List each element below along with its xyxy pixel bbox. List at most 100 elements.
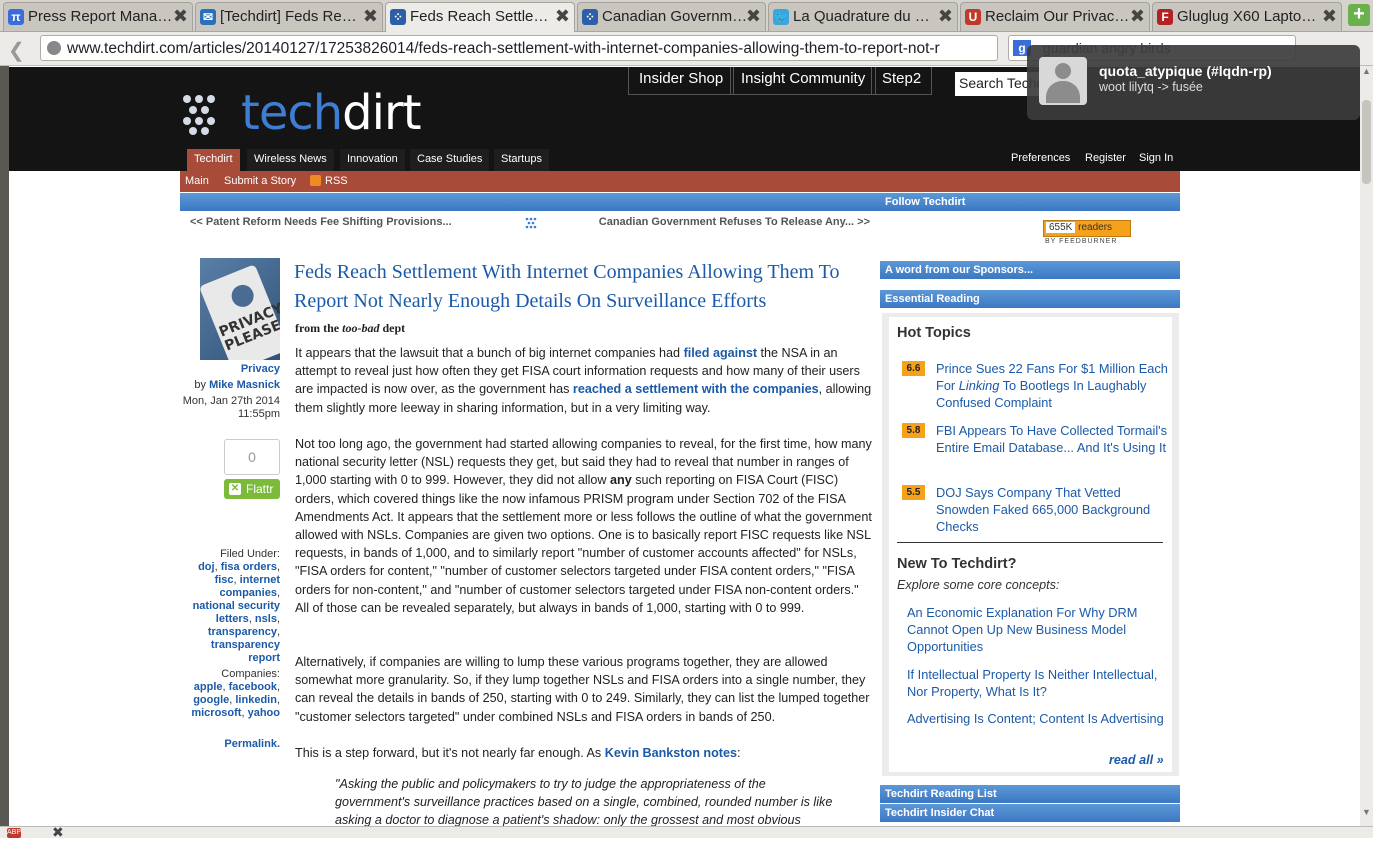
- inline-link[interactable]: Kevin Bankston notes: [605, 746, 737, 760]
- company-link[interactable]: microsoft: [191, 707, 241, 719]
- close-tab-icon[interactable]: ✖: [1130, 7, 1145, 25]
- dept-suffix: dept: [382, 321, 406, 335]
- privacy-category-image[interactable]: PRIVACY PLEASE: [200, 258, 280, 360]
- nav-tab-case-studies[interactable]: Case Studies: [410, 149, 490, 171]
- nav-tab-techdirt[interactable]: Techdirt: [187, 149, 240, 171]
- dept-prefix: from the: [295, 321, 340, 335]
- insider-shop-link[interactable]: Insider Shop: [628, 67, 735, 95]
- insight-community-link[interactable]: Insight Community: [730, 67, 877, 95]
- byline: by Mike Masnick: [194, 379, 280, 391]
- tag-link[interactable]: transparency report: [211, 639, 280, 664]
- hot-topic-text: FBI Appears To Have Collected Tormail's …: [936, 423, 1167, 455]
- reading-list-header[interactable]: Techdirt Reading List: [880, 785, 1180, 803]
- hot-topic-link[interactable]: Prince Sues 22 Fans For $1 Million Each …: [936, 360, 1168, 411]
- article-paragraph-2: Not too long ago, the government had sta…: [295, 435, 875, 617]
- hot-topic-link[interactable]: DOJ Says Company That Vetted Snowden Fak…: [936, 484, 1168, 535]
- avatar-icon: [1039, 57, 1087, 105]
- fsf-icon: F: [1157, 9, 1173, 25]
- inline-link[interactable]: filed against: [684, 346, 757, 360]
- avatar-body: [1046, 81, 1080, 103]
- browser-tab[interactable]: U Reclaim Our Privac… ✖: [960, 2, 1150, 31]
- hot-topic-link[interactable]: FBI Appears To Have Collected Tormail's …: [936, 422, 1168, 456]
- article-title[interactable]: Feds Reach Settlement With Internet Comp…: [294, 258, 880, 316]
- close-tab-icon[interactable]: ✖: [746, 7, 761, 25]
- browser-tab[interactable]: π Press Report Mana… ✖: [3, 2, 193, 31]
- launcher-strip: [0, 66, 9, 826]
- read-all-link[interactable]: read all »: [1109, 753, 1164, 767]
- author-link[interactable]: Mike Masnick: [209, 379, 280, 391]
- new-tab-button[interactable]: +: [1348, 4, 1370, 26]
- article-dept: from the too-bad dept: [295, 321, 405, 336]
- main-link[interactable]: Main: [185, 175, 209, 187]
- scroll-down-icon[interactable]: ▼: [1362, 807, 1371, 817]
- inline-link[interactable]: reached a settlement with the companies: [573, 382, 819, 396]
- scroll-up-icon[interactable]: ▲: [1362, 66, 1371, 76]
- close-tab-icon[interactable]: ✖: [173, 7, 188, 25]
- feedburner-badge[interactable]: 655K readers BY FEEDBURNER: [1043, 220, 1131, 246]
- tag-link[interactable]: doj: [198, 561, 215, 573]
- company-link[interactable]: facebook: [229, 681, 277, 693]
- close-tab-icon[interactable]: ✖: [1322, 7, 1337, 25]
- flattr-button[interactable]: ✕ Flattr: [224, 479, 280, 499]
- notification-message: woot lilytq -> fusée: [1099, 80, 1203, 94]
- chat-notification[interactable]: quota_atypique (#lqdn-rp) woot lilytq ->…: [1027, 45, 1360, 120]
- scroll-thumb[interactable]: [1362, 100, 1371, 184]
- step2-link[interactable]: Step2: [871, 67, 933, 95]
- tag-link[interactable]: transparency: [208, 626, 277, 638]
- concept-link[interactable]: Advertising Is Content; Content Is Adver…: [907, 710, 1167, 727]
- tag-link[interactable]: fisc: [215, 574, 234, 586]
- close-tab-icon[interactable]: ✖: [555, 7, 570, 25]
- browser-tab-bar: π Press Report Mana… ✖ ✉ [Techdirt] Feds Re……: [0, 0, 1373, 32]
- company-list: apple, facebook, google, linkedin, micro…: [183, 681, 280, 720]
- nav-tab-startups[interactable]: Startups: [494, 149, 549, 171]
- techdirt-icon: ⁘: [582, 9, 598, 25]
- submit-story-link[interactable]: Submit a Story: [224, 175, 296, 187]
- company-link[interactable]: apple: [194, 681, 223, 693]
- sign-in-link[interactable]: Sign In: [1139, 152, 1173, 164]
- browser-tab[interactable]: ⁘ Canadian Governm… ✖: [577, 2, 766, 31]
- tag-link[interactable]: nsls: [255, 613, 277, 625]
- concept-link[interactable]: If Intellectual Property Is Neither Inte…: [907, 666, 1167, 700]
- browser-tab[interactable]: 🐦 La Quadrature du … ✖: [768, 2, 958, 31]
- close-tab-icon[interactable]: ✖: [938, 7, 953, 25]
- adblock-icon[interactable]: ABP: [7, 828, 21, 838]
- close-tab-icon[interactable]: ✖: [363, 7, 378, 25]
- reader-count: 655K: [1046, 222, 1076, 233]
- back-button[interactable]: ❮: [8, 38, 25, 63]
- nav-tab-wireless-news[interactable]: Wireless News: [247, 149, 334, 171]
- separator: ,: [276, 694, 280, 706]
- reclaim-icon: U: [965, 9, 981, 25]
- register-link[interactable]: Register: [1085, 152, 1126, 164]
- companies: Companies: apple, facebook, google, link…: [183, 668, 280, 720]
- vertical-scrollbar[interactable]: ▲ ▼: [1360, 66, 1373, 826]
- company-link[interactable]: yahoo: [248, 707, 280, 719]
- url-bar[interactable]: www.techdirt.com/articles/20140127/17253…: [40, 35, 998, 61]
- tag-link[interactable]: fisa orders: [221, 561, 277, 573]
- separator: ,: [276, 613, 280, 625]
- rss-link[interactable]: RSS: [325, 175, 348, 187]
- browser-tab[interactable]: F Gluglug X60 Lapto… ✖: [1152, 2, 1342, 31]
- close-icon[interactable]: ✖: [52, 824, 64, 841]
- avatar-head: [1055, 63, 1071, 79]
- next-article-link[interactable]: Canadian Government Refuses To Release A…: [599, 216, 870, 228]
- concept-link[interactable]: An Economic Explanation For Why DRM Cann…: [907, 604, 1167, 655]
- feedburner-box: 655K readers: [1043, 220, 1131, 237]
- browser-tab[interactable]: ✉ [Techdirt] Feds Re… ✖: [195, 2, 383, 31]
- site-identity-icon[interactable]: [47, 41, 61, 55]
- category-link[interactable]: Privacy: [241, 363, 280, 375]
- previous-article-link[interactable]: << Patent Reform Needs Fee Shifting Prov…: [190, 216, 452, 228]
- explore-text: Explore some core concepts:: [897, 578, 1060, 592]
- browser-tab-label: [Techdirt] Feds Re…: [220, 8, 357, 25]
- hot-topic-emphasis: Linking: [958, 378, 1000, 393]
- article-blockquote: "Asking the public and policymakers to t…: [335, 777, 833, 826]
- techdirt-logo-mark-icon: [183, 95, 225, 135]
- insider-chat-header[interactable]: Techdirt Insider Chat: [880, 804, 1180, 822]
- permalink[interactable]: Permalink.: [183, 738, 280, 750]
- company-link[interactable]: linkedin: [235, 694, 277, 706]
- preferences-link[interactable]: Preferences: [1011, 152, 1070, 164]
- browser-tab[interactable]: ⁘ Feds Reach Settle… ✖: [385, 2, 575, 32]
- rss-icon[interactable]: [310, 175, 321, 186]
- flattr-label: Flattr: [246, 482, 274, 496]
- company-link[interactable]: google: [193, 694, 229, 706]
- nav-tab-innovation[interactable]: Innovation: [340, 149, 405, 171]
